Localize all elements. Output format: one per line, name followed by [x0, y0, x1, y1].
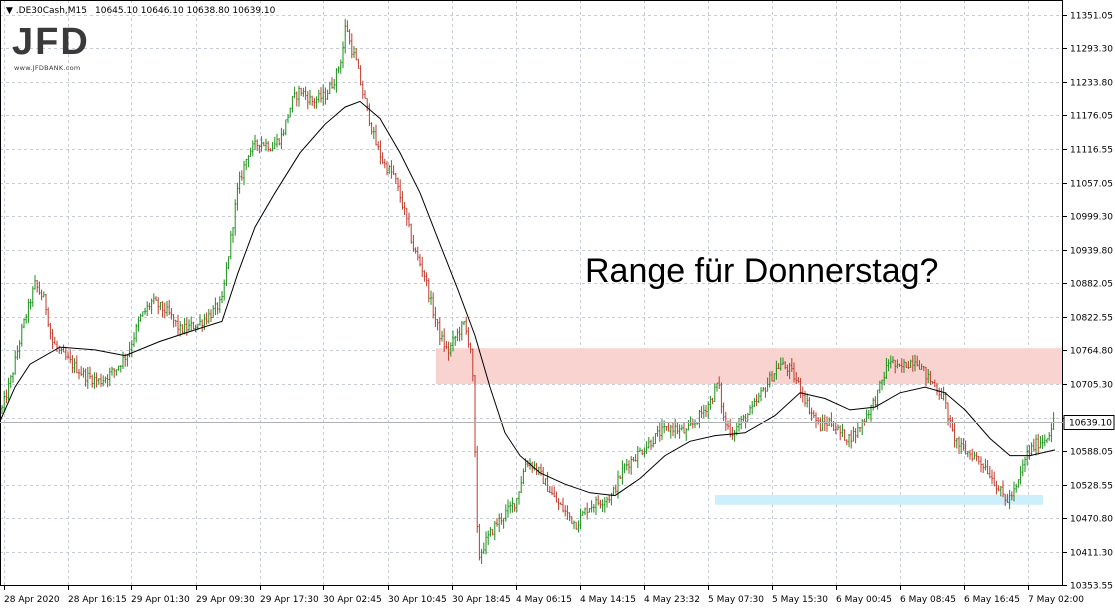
dropdown-arrow-icon: ▼ — [6, 6, 16, 16]
x-tick-label: 5 May 07:30 — [708, 595, 764, 605]
x-tick-label: 29 Apr 01:30 — [131, 595, 190, 605]
logo-wordmark: JFD — [12, 21, 90, 63]
y-tick-label: 11116.55 — [1070, 146, 1113, 156]
x-tick-label: 6 May 00:45 — [836, 595, 892, 605]
y-tick-label: 11176.05 — [1070, 112, 1113, 122]
y-tick-label: 11351.05 — [1070, 12, 1113, 22]
x-tick-label: 4 May 06:15 — [516, 595, 572, 605]
x-tick-label: 30 Apr 02:45 — [323, 595, 382, 605]
y-tick-label: 10822.55 — [1070, 314, 1113, 324]
x-tick-label: 28 Apr 2020 — [4, 595, 60, 605]
current-price-label: 10639.10 — [1069, 419, 1112, 429]
ohlc-values: 10645.10 10646.10 10638.80 10639.10 — [95, 6, 276, 16]
logo-url: www.JFDBANK.com — [14, 64, 81, 72]
jfd-logo: JFD www.JFDBANK.com — [12, 22, 94, 74]
support-zone — [715, 495, 1043, 505]
symbol-label: .DE30Cash,M15 — [16, 6, 87, 16]
x-tick-label: 30 Apr 18:45 — [452, 595, 511, 605]
x-tick-label: 28 Apr 16:15 — [68, 595, 127, 605]
x-tick-label: 6 May 08:45 — [900, 595, 956, 605]
y-tick-label: 11293.30 — [1070, 45, 1113, 55]
y-tick-label: 10939.80 — [1070, 247, 1113, 257]
y-tick-label: 10764.80 — [1070, 347, 1113, 357]
x-tick-label: 5 May 15:30 — [772, 595, 828, 605]
y-tick-label: 11057.05 — [1070, 180, 1113, 190]
y-tick-label: 10588.05 — [1070, 448, 1113, 458]
x-tick-label: 29 Apr 09:30 — [196, 595, 255, 605]
x-tick-label: 29 Apr 17:30 — [260, 595, 319, 605]
x-tick-label: 7 May 02:00 — [1028, 595, 1084, 605]
y-tick-label: 10411.30 — [1070, 549, 1113, 559]
price-zones — [436, 348, 1062, 505]
x-tick-label: 4 May 14:15 — [580, 595, 636, 605]
y-tick-label: 11233.80 — [1070, 79, 1113, 89]
x-tick-label: 4 May 23:32 — [644, 595, 700, 605]
resistance-zone — [436, 348, 1062, 385]
y-tick-label: 10528.55 — [1070, 482, 1113, 492]
chart-header: ▼ .DE30Cash,M15 10645.10 10646.10 10638.8… — [6, 6, 276, 16]
y-tick-label: 10705.30 — [1070, 381, 1113, 391]
chart-annotation: Range für Donnerstag? — [585, 252, 938, 290]
y-tick-label: 10353.55 — [1070, 582, 1113, 592]
y-tick-label: 10470.80 — [1070, 515, 1113, 525]
candlesticks — [1, 18, 1055, 564]
x-tick-label: 6 May 16:45 — [964, 595, 1020, 605]
x-tick-label: 30 Apr 10:45 — [388, 595, 447, 605]
y-tick-label: 10999.30 — [1070, 213, 1113, 223]
y-tick-label: 10882.05 — [1070, 280, 1113, 290]
price-chart[interactable]: 11351.05 11293.30 11233.80 11176.05 11116.55… — [0, 0, 1115, 609]
